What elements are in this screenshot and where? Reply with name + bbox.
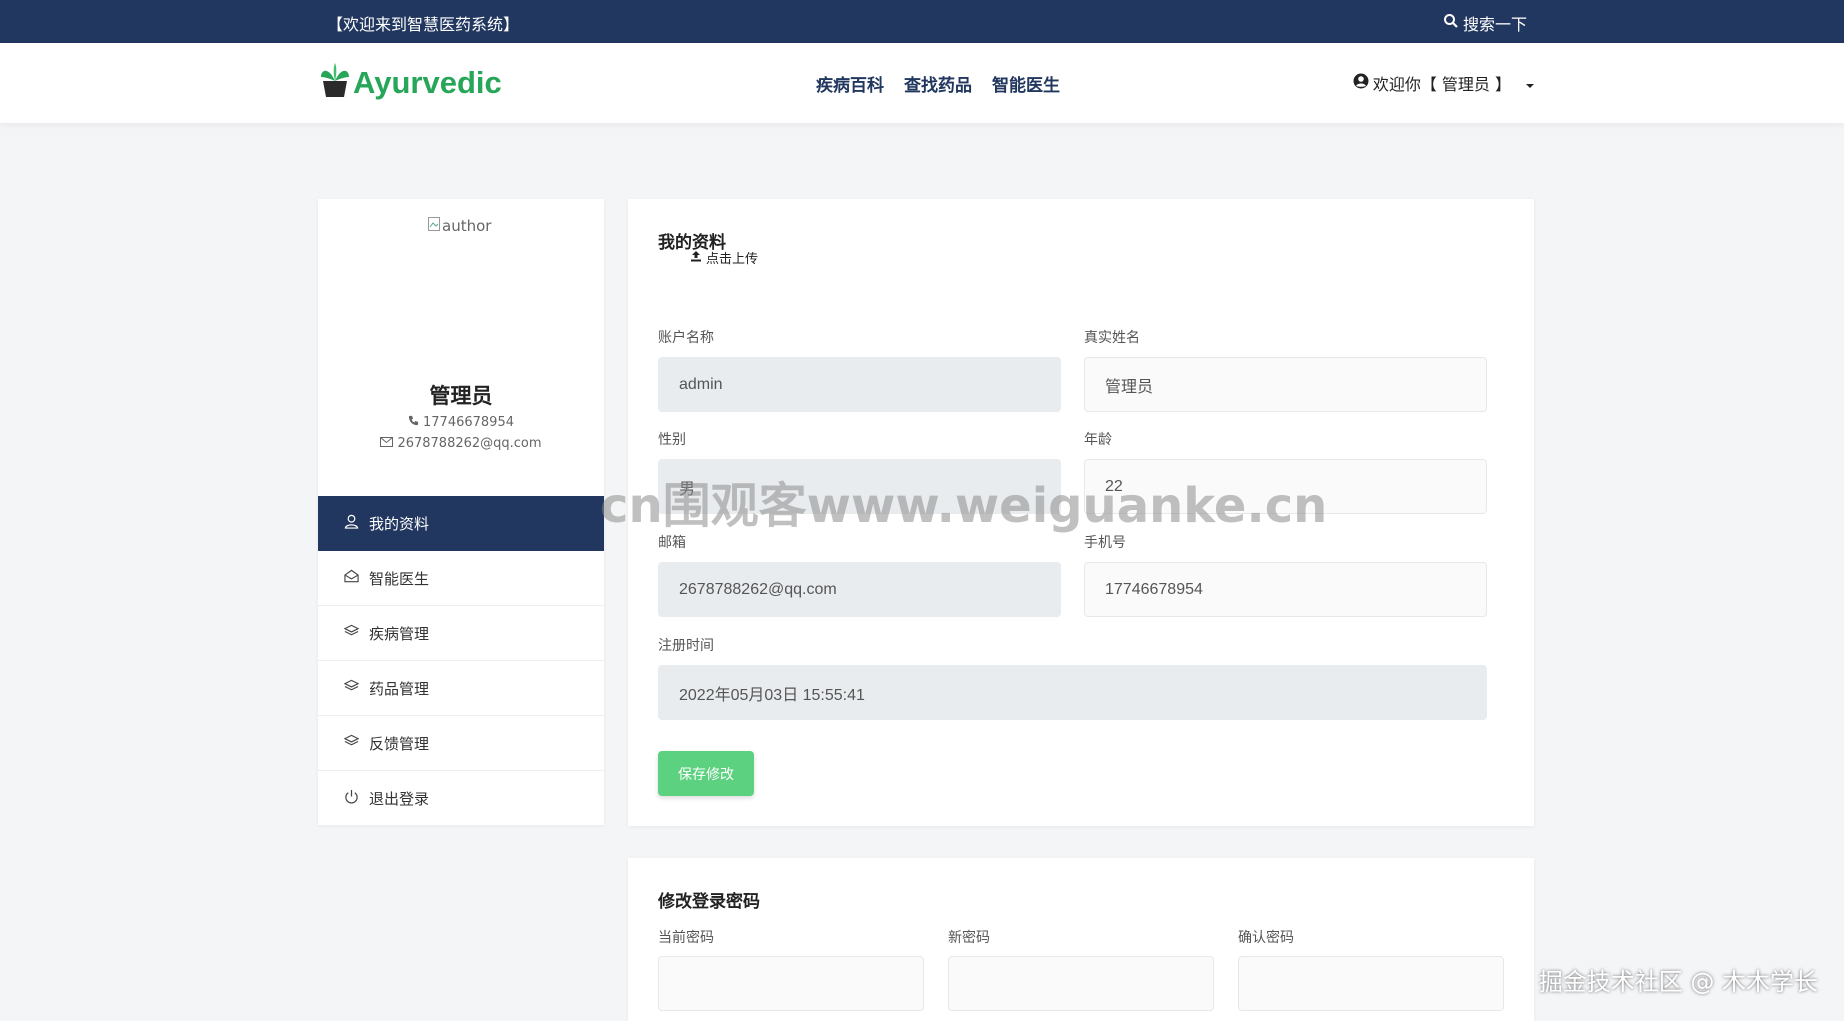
confirm-password-field[interactable] xyxy=(1238,956,1504,1011)
gender-label: 性别 xyxy=(658,432,686,448)
upload-icon xyxy=(690,250,702,266)
nav-links: 疾病百科 查找药品 智能医生 xyxy=(816,71,1060,96)
sidebar-item-disease-management[interactable]: 疾病管理 xyxy=(318,606,604,661)
user-circle-icon xyxy=(1353,73,1369,93)
search-link[interactable]: 搜索一下 xyxy=(1443,11,1527,35)
user-icon xyxy=(344,514,359,533)
sidebar-item-label: 退出登录 xyxy=(369,789,430,808)
realname-label: 真实姓名 xyxy=(1084,330,1140,346)
logo[interactable]: Ayurvedic xyxy=(319,63,502,103)
layers-icon xyxy=(343,734,360,752)
sidebar-item-medicine-management[interactable]: 药品管理 xyxy=(318,661,604,716)
watermark: cn围观客www.weiguanke.cn xyxy=(600,478,1328,534)
sidebar-item-my-profile[interactable]: 我的资料 xyxy=(318,496,604,551)
current-password-field[interactable] xyxy=(658,956,924,1011)
new-password-label: 新密码 xyxy=(948,930,990,946)
account-label: 账户名称 xyxy=(658,330,714,346)
sidebar-item-logout[interactable]: 退出登录 xyxy=(318,771,604,826)
sidebar-item-label: 智能医生 xyxy=(369,569,430,588)
top-bar: 【欢迎来到智慧医药系统】 搜索一下 xyxy=(0,0,1844,43)
profile-email: 2678788262@qq.com xyxy=(318,436,604,451)
search-label: 搜索一下 xyxy=(1462,15,1527,34)
layers-icon xyxy=(343,679,360,697)
envelope-open-icon xyxy=(344,569,359,587)
upload-avatar-button[interactable]: 点击上传 xyxy=(690,248,758,267)
sidebar-item-label: 反馈管理 xyxy=(369,734,430,753)
sidebar-item-label: 疾病管理 xyxy=(369,624,430,643)
user-menu-dropdown[interactable]: 欢迎你【 管理员 】 xyxy=(1353,71,1535,95)
sidebar-item-smart-doctor[interactable]: 智能医生 xyxy=(318,551,604,606)
welcome-text: 【欢迎来到智慧医药系统】 xyxy=(327,15,520,34)
profile-email-text: 2678788262@qq.com xyxy=(397,436,542,451)
nav-link-smart-doctor[interactable]: 智能医生 xyxy=(992,71,1060,96)
search-icon xyxy=(1443,13,1459,33)
password-form-card: 修改登录密码 当前密码 新密码 确认密码 xyxy=(628,858,1534,1021)
profile-phone-text: 17746678954 xyxy=(423,415,514,430)
broken-image-icon xyxy=(428,217,440,235)
sidebar-item-feedback-management[interactable]: 反馈管理 xyxy=(318,716,604,771)
sidebar-item-label: 我的资料 xyxy=(369,515,430,533)
profile-name: 管理员 xyxy=(429,384,493,408)
profile-sidebar: author 管理员 17746678954 2678788262@qq.com… xyxy=(318,199,604,826)
sidebar-menu: 我的资料 智能医生 疾病管理 药品管理 反馈管理 退出登录 xyxy=(318,496,604,826)
profile-phone: 17746678954 xyxy=(318,415,604,430)
nav-link-diseases[interactable]: 疾病百科 xyxy=(816,71,884,96)
avatar: author xyxy=(428,217,491,235)
envelope-icon xyxy=(380,436,394,451)
realname-field[interactable]: 管理员 xyxy=(1084,357,1487,412)
logo-text: Ayurvedic xyxy=(353,65,502,100)
layers-icon xyxy=(343,624,360,642)
main-navbar: Ayurvedic 疾病百科 查找药品 智能医生 欢迎你【 管理员 】 xyxy=(0,43,1844,123)
regtime-field: 2022年05月03日 15:55:41 xyxy=(658,665,1487,720)
power-icon xyxy=(344,789,359,808)
age-label: 年龄 xyxy=(1084,432,1112,448)
footer-credit: 掘金技术社区 @ 木木学长 xyxy=(1538,968,1818,996)
nav-link-find-medicine[interactable]: 查找药品 xyxy=(904,71,972,96)
user-greeting: 欢迎你【 管理员 】 xyxy=(1372,75,1511,94)
caret-down-icon xyxy=(1525,74,1535,93)
phone-icon xyxy=(408,415,419,430)
current-password-label: 当前密码 xyxy=(658,930,714,946)
phone-field[interactable]: 17746678954 xyxy=(1084,562,1487,617)
password-form-title: 修改登录密码 xyxy=(658,892,760,912)
save-button[interactable]: 保存修改 xyxy=(658,751,754,796)
confirm-password-label: 确认密码 xyxy=(1238,930,1294,946)
sidebar-item-label: 药品管理 xyxy=(369,679,430,698)
avatar-alt-text: author xyxy=(442,217,492,235)
regtime-label: 注册时间 xyxy=(658,638,714,654)
plant-pot-icon xyxy=(319,63,351,103)
email-field: 2678788262@qq.com xyxy=(658,562,1061,617)
account-field: admin xyxy=(658,357,1061,412)
upload-label: 点击上传 xyxy=(706,252,759,267)
new-password-field[interactable] xyxy=(948,956,1214,1011)
